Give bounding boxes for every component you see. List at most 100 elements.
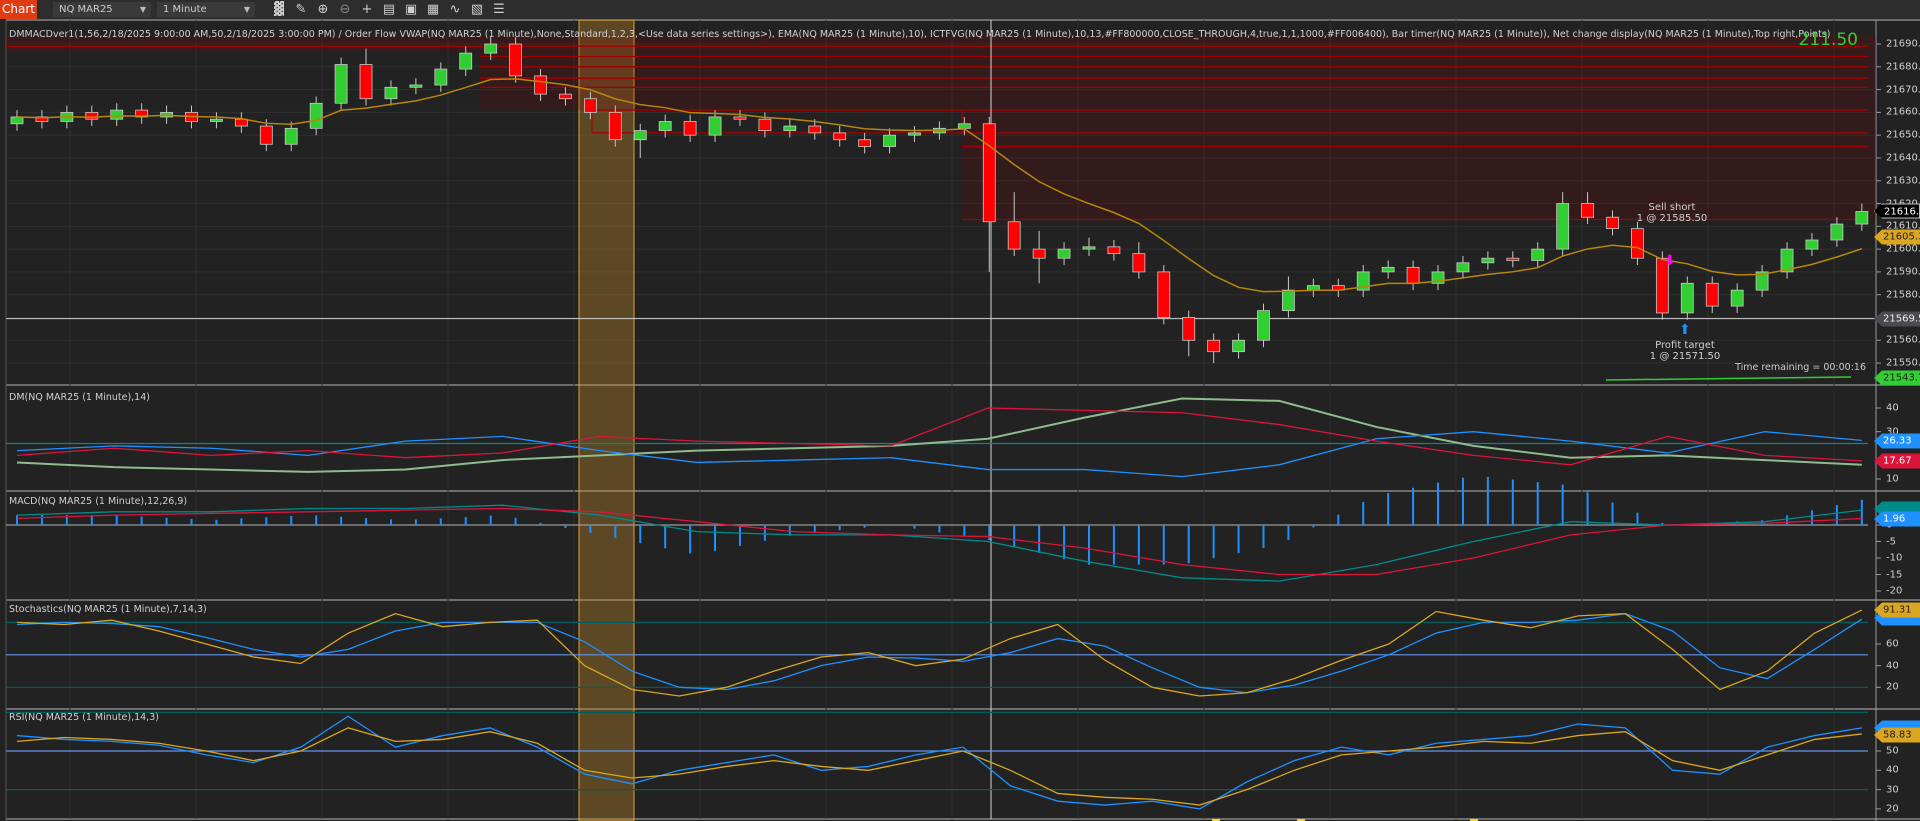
fvg-box <box>591 109 963 134</box>
vwap-line <box>1605 376 1852 381</box>
macd-axis-label: -15 <box>1886 569 1903 580</box>
candle-down <box>259 125 273 145</box>
buy-arrow-icon: ⬆ <box>1679 322 1691 338</box>
candle-up <box>1282 289 1295 312</box>
price-axis-label: 21580.00 <box>1886 289 1920 301</box>
rsi-avg-tag: 58.83 <box>1874 727 1920 743</box>
rsi-axis-label: 40 <box>1886 764 1899 776</box>
price-axis-label: 21560.00 <box>1886 334 1920 346</box>
candle-up <box>1730 289 1744 307</box>
candle-up <box>1232 339 1245 353</box>
session-highlight-band <box>578 19 635 821</box>
candle-down <box>683 121 697 136</box>
fvg-zone <box>962 110 1876 220</box>
candle-down <box>1007 221 1021 250</box>
profit-target-annotation: Profit target 1 @ 21571.50 <box>1650 340 1720 362</box>
macd-axis-label: -5 <box>1886 536 1896 547</box>
candle-up <box>1257 310 1270 341</box>
candle-up <box>459 52 473 70</box>
sell-short-label: Sell short <box>1648 202 1696 213</box>
stoch-k-line <box>16 609 1863 697</box>
candle-down <box>1631 228 1644 259</box>
dm-panel-label: DM(NQ MAR25 (1 Minute),14) <box>9 392 150 403</box>
profit-target-label: Profit target <box>1655 340 1715 351</box>
sell-arrow-icon: ⬇ <box>1664 253 1676 269</box>
stoch-axis-label: 60 <box>1886 638 1899 650</box>
candle-up <box>658 121 672 132</box>
candle-up <box>783 125 797 132</box>
macd-axis-label: -10 <box>1886 552 1903 564</box>
candle-down <box>758 118 772 132</box>
candle-down <box>858 139 872 147</box>
candle-down <box>1606 216 1619 229</box>
candle-up <box>633 130 647 141</box>
price-axis-label: 21680.00 <box>1886 61 1920 73</box>
price-panel-label: DMMACDver1(1,56,2/18/2025 9:00:00 AM,50,… <box>9 29 1831 40</box>
candle-up <box>1481 257 1495 264</box>
candle-up <box>1855 211 1869 225</box>
minus-di-tag: 17.67 <box>1874 453 1920 469</box>
profit-target-fill: 1 @ 21571.50 <box>1649 351 1721 362</box>
candle-down <box>359 64 373 100</box>
price-axis-label: 21640.00 <box>1886 152 1920 164</box>
candle-down <box>808 125 822 134</box>
chart-canvas[interactable] <box>0 0 1920 821</box>
candle-down <box>509 43 523 77</box>
candle-down <box>1157 271 1171 318</box>
candle-down <box>85 111 99 120</box>
price-axis-label: 21630.00 <box>1886 175 1920 187</box>
rsi-avg-line <box>16 727 1862 806</box>
candle-up <box>1057 248 1071 259</box>
candle-down <box>1032 248 1046 259</box>
price-axis-label: 21690.00 <box>1886 38 1920 50</box>
price-axis-label: 21600.00 <box>1886 243 1920 255</box>
macd-signal-line <box>16 507 1862 576</box>
macd-diff-tag: 1.96 <box>1874 511 1920 527</box>
candle-up <box>10 116 24 125</box>
vwap-price-tag: 21543.73 <box>1874 370 1920 386</box>
candle-down <box>608 111 622 141</box>
dm-axis-label: 10 <box>1886 473 1899 485</box>
dm-axis-label: 40 <box>1886 402 1899 414</box>
candle-up <box>908 132 921 136</box>
candle-up <box>1680 282 1694 314</box>
candle-up <box>210 118 223 122</box>
price-axis-label: 21650.00 <box>1886 129 1920 141</box>
candle-up <box>1830 223 1844 241</box>
stoch-axis-label: 20 <box>1886 681 1899 693</box>
candle-up <box>110 109 124 120</box>
price-axis-label: 21660.00 <box>1886 106 1920 118</box>
rsi-axis-label: 30 <box>1886 784 1899 796</box>
candle-up <box>883 134 896 147</box>
target-line-price-tag: 21569.50 <box>1874 311 1920 327</box>
candle-up <box>334 64 348 104</box>
candle-up <box>434 68 448 86</box>
last-price-tag: 21616.50 <box>1874 203 1920 219</box>
plus-di-tag: 26.33 <box>1874 433 1920 449</box>
ema-price-tag: 21605.35 <box>1874 229 1920 245</box>
rsi-axis-label: 20 <box>1886 803 1899 815</box>
plus-di-line <box>16 431 1862 478</box>
candle-up <box>708 116 722 136</box>
macd-panel-label: MACD(NQ MAR25 (1 Minute),12,26,9) <box>9 496 188 507</box>
candle-up <box>1082 246 1096 250</box>
rsi-panel-label: RSI(NQ MAR25 (1 Minute),14,3) <box>9 712 159 723</box>
bar-timer: Time remaining = 00:00:16 <box>1735 362 1866 373</box>
price-axis-label: 21670.00 <box>1886 84 1920 96</box>
rsi-line <box>16 715 1862 810</box>
candle-down <box>733 116 747 120</box>
candle-down <box>1107 246 1121 255</box>
candle-up <box>1556 203 1570 250</box>
candle-down <box>982 123 996 223</box>
candle-up <box>1805 239 1819 250</box>
macd-line <box>16 504 1862 582</box>
minus-di-line <box>16 407 1862 466</box>
candle-down <box>833 132 847 141</box>
candle-up <box>1531 248 1545 261</box>
fvg-zone <box>480 50 1876 111</box>
stoch-panel-label: Stochastics(NQ MAR25 (1 Minute),7,14,3) <box>9 604 207 615</box>
candle-down <box>534 75 547 95</box>
candle-up <box>1456 262 1470 273</box>
macd-axis-label: -20 <box>1886 585 1903 597</box>
candle-up <box>1381 266 1395 273</box>
